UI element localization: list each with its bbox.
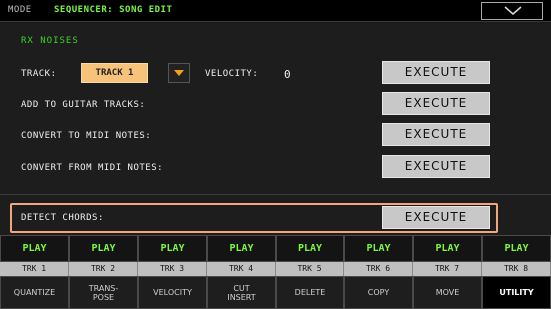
row-label-to-midi: CONVERT TO MIDI NOTES:	[21, 131, 152, 141]
execute-button-from-midi[interactable]: EXECUTE	[382, 155, 490, 178]
row-label-detect-chords: DETECT CHORDS:	[21, 213, 104, 223]
row-label-guitar: ADD TO GUITAR TRACKS:	[21, 100, 146, 110]
play-button-trk-2[interactable]: PLAY	[69, 235, 138, 262]
song-edit-screen: MODE SEQUENCER: SONG EDIT RX NOISES TRAC…	[0, 0, 551, 309]
mode-label: MODE	[8, 5, 32, 15]
execute-button-detect-chords[interactable]: EXECUTE	[382, 206, 490, 229]
track-label-1: TRK 1	[0, 262, 69, 276]
track-label-2: TRK 2	[69, 262, 138, 276]
section-divider	[0, 194, 551, 195]
play-button-trk-7[interactable]: PLAY	[413, 235, 482, 262]
play-button-trk-4[interactable]: PLAY	[207, 235, 276, 262]
mode-value: SEQUENCER: SONG EDIT	[54, 5, 173, 15]
execute-button-guitar[interactable]: EXECUTE	[382, 92, 490, 115]
chevron-down-icon	[504, 6, 522, 15]
execute-button-to-midi[interactable]: EXECUTE	[382, 123, 490, 146]
velocity-value[interactable]: 0	[284, 68, 291, 81]
edit-tabs-row: QUANTIZE TRANS- POSE VELOCITY CUT INSERT…	[0, 276, 551, 309]
row-label-from-midi: CONVERT FROM MIDI NOTES:	[21, 163, 164, 173]
play-button-trk-3[interactable]: PLAY	[138, 235, 207, 262]
rx-noises-panel: RX NOISES TRACK: TRACK 1 VELOCITY: 0 EXE…	[0, 23, 551, 235]
play-row: PLAY PLAY PLAY PLAY PLAY PLAY PLAY PLAY	[0, 235, 551, 262]
tab-transpose[interactable]: TRANS- POSE	[69, 276, 138, 309]
tab-cut-insert[interactable]: CUT INSERT	[207, 276, 276, 309]
tab-quantize[interactable]: QUANTIZE	[0, 276, 69, 309]
track-label: TRACK:	[21, 69, 57, 79]
track-select[interactable]: TRACK 1	[81, 63, 148, 83]
tab-move[interactable]: MOVE	[413, 276, 482, 309]
tab-copy[interactable]: COPY	[344, 276, 413, 309]
play-button-trk-6[interactable]: PLAY	[344, 235, 413, 262]
dropdown-arrow-icon	[174, 70, 184, 76]
track-label-5: TRK 5	[276, 262, 344, 276]
play-button-trk-1[interactable]: PLAY	[0, 235, 69, 262]
track-label-4: TRK 4	[207, 262, 276, 276]
track-label-7: TRK 7	[413, 262, 482, 276]
track-label-3: TRK 3	[138, 262, 207, 276]
section-title: RX NOISES	[21, 36, 79, 46]
play-button-trk-8[interactable]: PLAY	[482, 235, 551, 262]
tab-delete[interactable]: DELETE	[276, 276, 344, 309]
page-menu-button[interactable]	[481, 2, 543, 20]
tab-utility[interactable]: UTILITY	[482, 276, 551, 309]
track-label-row: TRK 1 TRK 2 TRK 3 TRK 4 TRK 5 TRK 6 TRK …	[0, 262, 551, 276]
track-label-6: TRK 6	[344, 262, 413, 276]
header-bar: MODE SEQUENCER: SONG EDIT	[0, 0, 551, 22]
execute-button-track[interactable]: EXECUTE	[382, 61, 490, 84]
track-select-arrow[interactable]	[168, 63, 190, 83]
tab-velocity[interactable]: VELOCITY	[138, 276, 207, 309]
play-button-trk-5[interactable]: PLAY	[276, 235, 344, 262]
track-label-8: TRK 8	[482, 262, 551, 276]
velocity-label: VELOCITY:	[205, 69, 259, 79]
